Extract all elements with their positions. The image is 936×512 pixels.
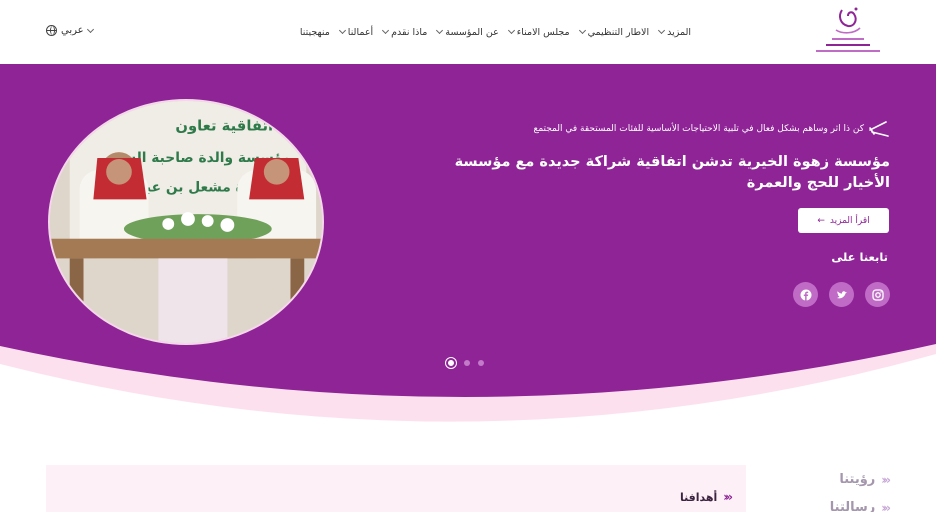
nav-item-our-work[interactable]: أعمالنا	[338, 26, 374, 38]
language-label: عربي	[61, 25, 84, 36]
goals-title-text: أهدافنا	[679, 490, 718, 504]
side-item-vision[interactable]: «‹ رؤيتنا	[839, 472, 891, 487]
double-chevron-left-icon: «‹	[881, 500, 891, 512]
hero-headline: مؤسسة زهوة الخيرية تدشن اتفاقية شراكة جد…	[454, 154, 890, 191]
nav-item-about[interactable]: عن المؤسسة	[436, 26, 499, 38]
side-item-mission[interactable]: «‹ رسالتنا	[829, 500, 891, 512]
social-links	[793, 282, 890, 307]
chevron-down-icon	[86, 25, 94, 33]
nav-item-more[interactable]: المزيد	[658, 26, 691, 38]
slider-dots	[446, 358, 484, 368]
nav-item-methodology[interactable]: منهجيتنا	[300, 27, 330, 38]
goals-card	[46, 465, 746, 512]
chevron-down-icon	[658, 26, 666, 35]
top-header: منهجيتنا أعمالنا ماذا نقدم عن المؤسسة مج…	[0, 0, 936, 64]
tagline-text: كن ذا اثر وساهم بشكل فعال في تلبية الاحت…	[533, 124, 864, 134]
slider-dot-1[interactable]	[446, 358, 456, 368]
chevron-down-icon	[507, 26, 515, 35]
chevron-down-icon	[338, 26, 346, 35]
nav-item-label: أعمالنا	[347, 26, 374, 38]
site-logo[interactable]	[808, 4, 888, 60]
double-chevron-left-icon: «‹	[881, 472, 891, 487]
side-item-label: رؤيتنا	[839, 472, 876, 487]
instagram-button[interactable]	[865, 282, 890, 307]
chevron-down-icon	[436, 26, 444, 35]
nav-item-framework[interactable]: الاطار التنظيمي	[578, 26, 650, 38]
nav-item-board[interactable]: مجلس الامناء	[507, 26, 570, 38]
double-chevron-left-icon: «‹	[723, 490, 733, 504]
slider-dot-2[interactable]	[464, 360, 470, 366]
nav-item-label: مجلس الامناء	[516, 26, 570, 38]
slider-dot-3[interactable]	[478, 360, 484, 366]
read-more-label: اقرأ المزيد	[829, 215, 870, 226]
quote-mark-icon	[869, 121, 889, 137]
facebook-button[interactable]	[793, 282, 818, 307]
follow-us-label: تابعنا على	[831, 250, 888, 264]
twitter-button[interactable]	[829, 282, 854, 307]
nav-item-what-we-offer[interactable]: ماذا نقدم	[382, 26, 428, 38]
instagram-icon	[871, 288, 884, 301]
hero-tagline: كن ذا اثر وساهم بشكل فعال في تلبية الاحت…	[534, 120, 890, 138]
arrow-left-icon: ←	[817, 215, 825, 226]
goals-heading[interactable]: «‹ أهدافنا	[679, 490, 733, 504]
chevron-down-icon	[578, 26, 586, 35]
main-nav: منهجيتنا أعمالنا ماذا نقدم عن المؤسسة مج…	[300, 0, 691, 64]
language-switcher[interactable]: عربي	[46, 25, 94, 36]
globe-icon	[46, 25, 57, 36]
logo-graphic	[816, 7, 880, 52]
twitter-icon	[836, 290, 847, 298]
read-more-button[interactable]: اقرأ المزيد ←	[798, 208, 889, 233]
chevron-down-icon	[382, 26, 390, 35]
nav-item-label: منهجيتنا	[299, 26, 330, 38]
nav-item-label: ماذا نقدم	[391, 26, 428, 38]
nav-item-label: الاطار التنظيمي	[587, 26, 650, 38]
page: منهجيتنا أعمالنا ماذا نقدم عن المؤسسة مج…	[0, 0, 936, 512]
facebook-icon	[800, 289, 811, 300]
nav-item-label: المزيد	[667, 26, 691, 38]
side-item-label: رسالتنا	[829, 500, 876, 512]
hero-photo: توقيع اتفاقية تعاون مؤسسة والدة صاحبة ال…	[48, 99, 324, 345]
nav-item-label: عن المؤسسة	[445, 26, 499, 38]
